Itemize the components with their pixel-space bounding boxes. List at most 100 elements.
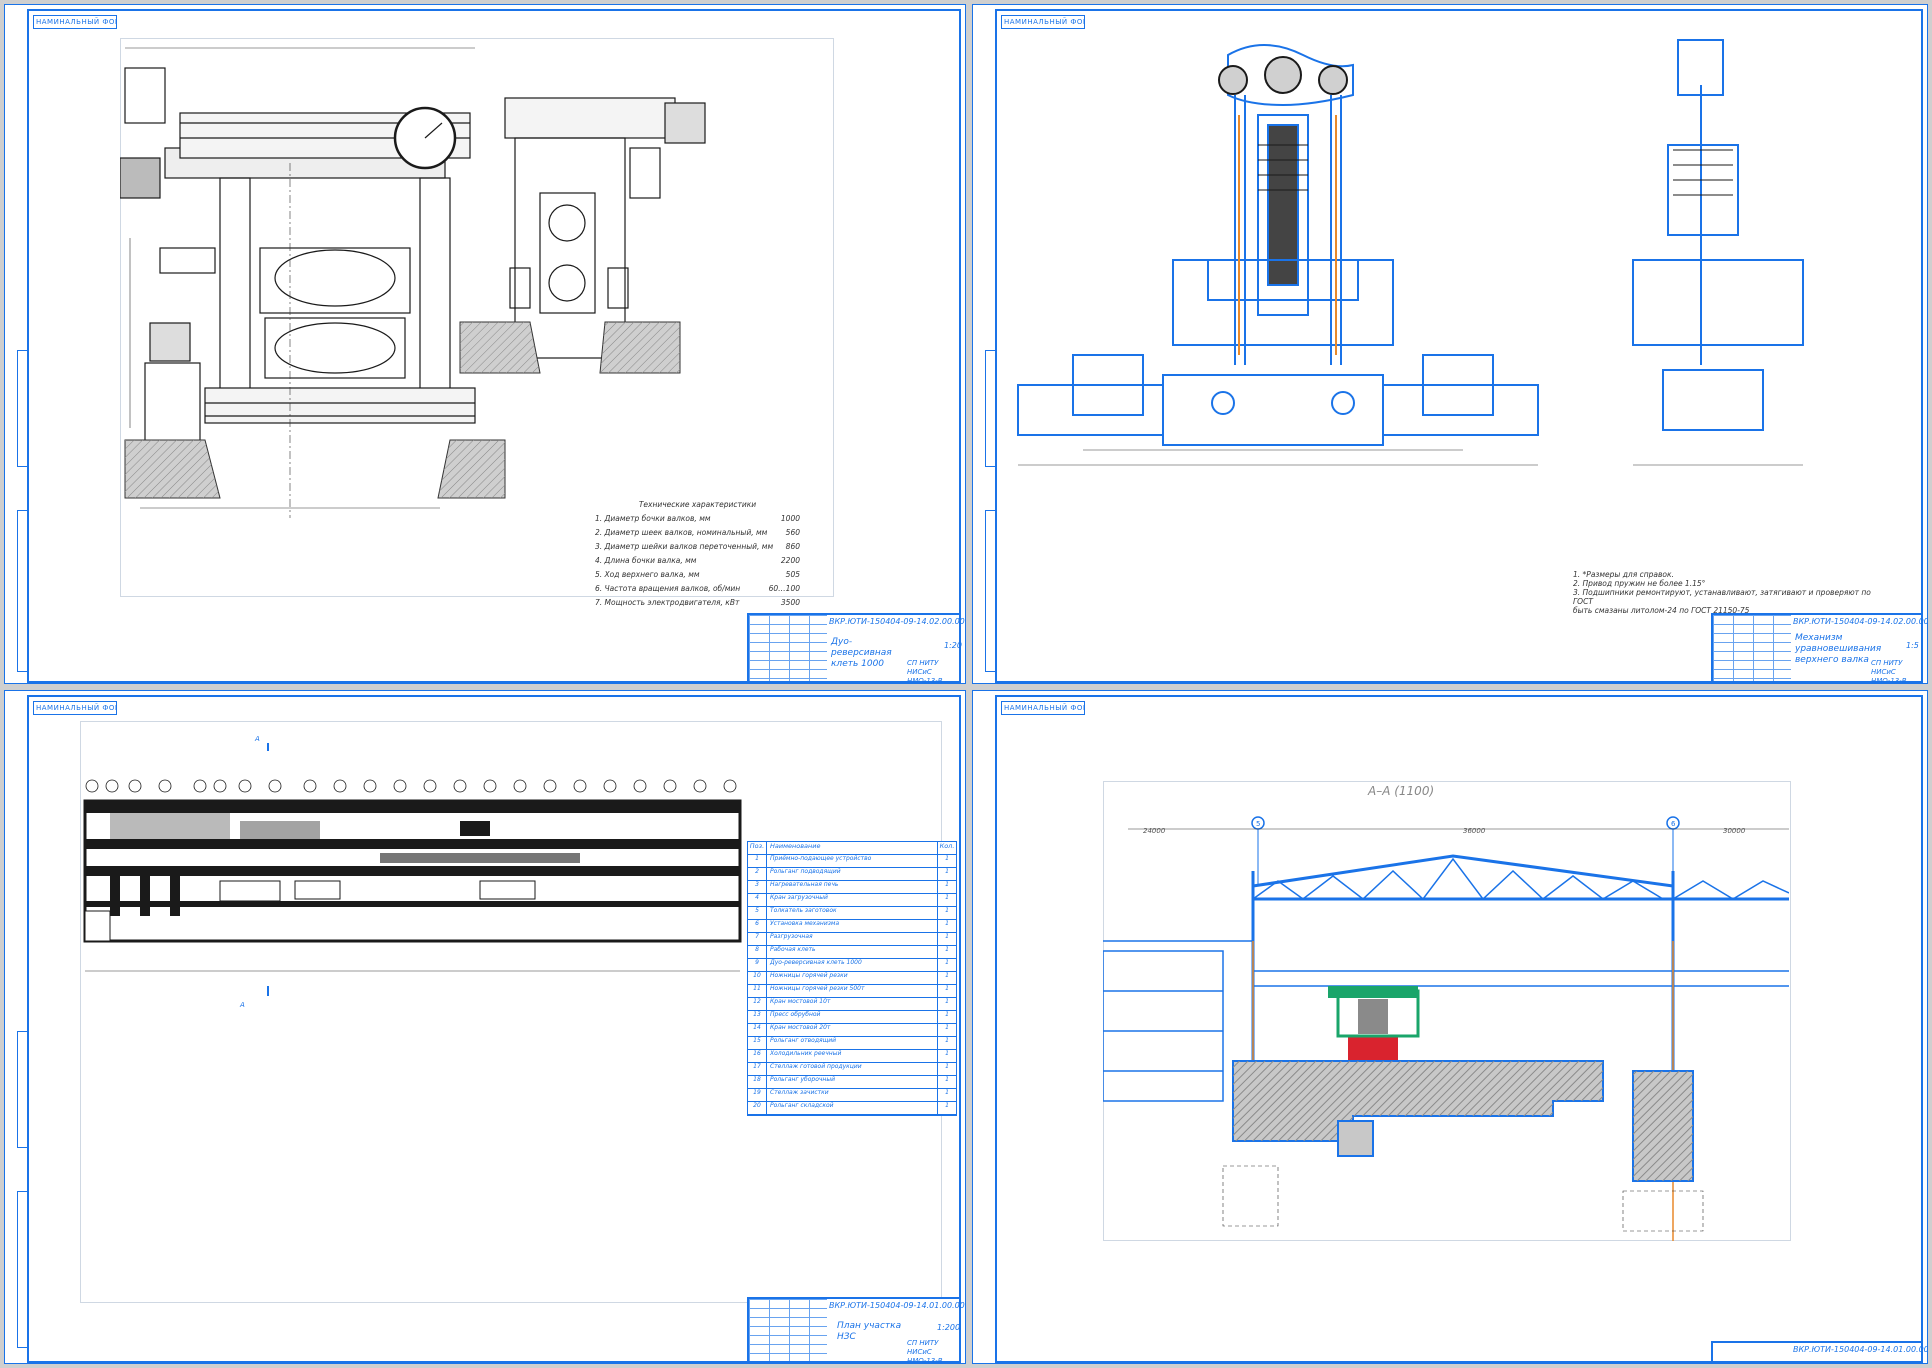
document-scale: 1:5 <box>1906 641 1919 650</box>
spec-body: 1 Приёмно-подающее устройство 1 2 Рольганг п… <box>748 855 956 1115</box>
spec-row: 2 Рольганг подводящий 1 <box>748 868 956 881</box>
document-scale: 1:20 <box>944 641 962 650</box>
spec-cell-name: Стеллаж готовой продукции <box>767 1063 938 1075</box>
spec-cell-qty: 1 <box>945 868 949 875</box>
specs-title: Технические характеристики <box>638 500 757 509</box>
title-block: ВКР.ЮТИ-150404-09-14.01.00.00.00 ВО <box>1711 1341 1927 1363</box>
spec-cell-pos: 8 <box>748 946 767 958</box>
spec-cell-pos: 10 <box>748 972 767 984</box>
binding-strip-bottom <box>985 510 997 672</box>
spec-line: 5. Ход верхнего валка, мм 505 <box>595 570 800 579</box>
organization: СП НИТУ НИСиС НМО-13-В <box>1871 659 1907 684</box>
spec-cell-name: Рольганг складской <box>767 1102 938 1114</box>
spec-cell-pos: 19 <box>748 1089 767 1101</box>
axis-label-left: 5 <box>1256 820 1260 828</box>
note-line: 1. *Размеры для справок. <box>1573 570 1674 579</box>
spec-cell-qty: 1 <box>945 985 949 992</box>
dim-right: 30000 <box>1723 827 1746 835</box>
format-stamp: НАМИНАЛЬНЫЙ ФОРМАТ <box>33 15 117 29</box>
document-name: План участка НЗС <box>837 1321 902 1342</box>
spec-cell-qty: 1 <box>945 933 949 940</box>
spec-cell-name: Холодильник реечный <box>767 1050 938 1062</box>
document-name: Дуо-реверсивная клеть 1000 <box>831 637 892 669</box>
spec-cell-name: Пресс обрубной <box>767 1011 938 1023</box>
spec-cell-pos: 7 <box>748 933 767 945</box>
spec-row: 6 Установка механизма 1 <box>748 920 956 933</box>
section-mark-bottom: A <box>239 1001 245 1009</box>
spec-cell-qty: 1 <box>945 946 949 953</box>
document-scale: 1:200 <box>937 1323 961 1332</box>
spec-cell-name: Дуо-реверсивная клеть 1000 <box>767 959 938 971</box>
spec-cell-pos: 16 <box>748 1050 767 1062</box>
section-mark-top: A <box>254 735 260 743</box>
spec-header: Поз. Наименование Кол. <box>748 842 956 855</box>
spec-cell-qty: 1 <box>945 1050 949 1057</box>
specification-table: Поз. Наименование Кол. 1 Приёмно-подающее… <box>747 841 957 1116</box>
spec-cell-pos: 14 <box>748 1024 767 1036</box>
spec-cell-pos: 11 <box>748 985 767 997</box>
spec-cell-pos: 15 <box>748 1037 767 1049</box>
drawing-sheet-4: НАМИНАЛЬНЫЙ ФОРМАТ А–А (1100) 24000 3600… <box>972 690 1928 1364</box>
spec-line: 3. Диаметр шейки валков переточенный, мм… <box>595 542 800 551</box>
spec-line: 2. Диаметр шеек валков, номинальный, мм 5… <box>595 528 800 537</box>
title-block: ВКР.ЮТИ-150404-09-14.01.00.00.00 ВО План… <box>747 1297 965 1364</box>
spec-cell-qty: 1 <box>945 920 949 927</box>
spec-cell-pos: 18 <box>748 1076 767 1088</box>
spec-row: 18 Рольганг уборочный 1 <box>748 1076 956 1089</box>
spec-cell-pos: 9 <box>748 959 767 971</box>
drawing-sheet-1: НАМИНАЛЬНЫЙ ФОРМАТ <box>4 4 966 684</box>
axis-label-right: 6 <box>1671 820 1676 828</box>
spec-cell-name: Ножницы горячей резки 500т <box>767 985 938 997</box>
spec-line: 6. Частота вращения валков, об/мин 60…100 <box>595 584 800 593</box>
spec-row: 7 Разгрузочная 1 <box>748 933 956 946</box>
binding-strip-bottom <box>17 1191 29 1348</box>
spec-line: 4. Длина бочки валка, мм 2200 <box>595 556 800 565</box>
document-name: Механизм уравновешивания верхнего валка <box>1795 633 1882 665</box>
spec-cell-pos: 2 <box>748 868 767 880</box>
spec-cell-pos: 17 <box>748 1063 767 1075</box>
spec-cell-qty: 1 <box>945 1063 949 1070</box>
spec-cell-name: Приёмно-подающее устройство <box>767 855 938 867</box>
technical-specs: Технические характеристики 1. Диаметр бо… <box>595 498 800 610</box>
note-line: 3. Подшипники ремонтируют, устанавливают… <box>1573 588 1871 606</box>
spec-line: 1. Диаметр бочки валков, мм 1000 <box>595 514 800 523</box>
spec-cell-name: Рольганг уборочный <box>767 1076 938 1088</box>
note-line: 2. Привод пружин не более 1.15° <box>1573 579 1706 588</box>
spec-cell-name: Установка механизма <box>767 920 938 932</box>
spec-cell-name: Рольганг отводящий <box>767 1037 938 1049</box>
spec-cell-qty: 1 <box>945 1089 949 1096</box>
organization: СП НИТУ НИСиС НМО-13-В <box>907 1339 943 1364</box>
document-code: ВКР.ЮТИ-150404-09-14.02.00.00.00 СБ <box>829 617 966 626</box>
spec-cell-qty: 1 <box>945 959 949 966</box>
spec-cell-name: Стеллаж зачистки <box>767 1089 938 1101</box>
spec-row: 3 Нагревательная печь 1 <box>748 881 956 894</box>
spec-cell-pos: 5 <box>748 907 767 919</box>
spec-cell-name: Кран мостовой 20т <box>767 1024 938 1036</box>
spec-cell-pos: 3 <box>748 881 767 893</box>
spec-cell-pos: 12 <box>748 998 767 1010</box>
spec-row: 10 Ножницы горячей резки 1 <box>748 972 956 985</box>
drawing-sheet-3: НАМИНАЛЬНЫЙ ФОРМАТ A A <box>4 690 966 1364</box>
spec-cell-name: Кран загрузочный <box>767 894 938 906</box>
spec-cell-name: Рольганг подводящий <box>767 868 938 880</box>
binding-strip-top <box>17 1031 29 1148</box>
spec-row: 19 Стеллаж зачистки 1 <box>748 1089 956 1102</box>
spec-row: 11 Ножницы горячей резки 500т 1 <box>748 985 956 998</box>
spec-cell-qty: 1 <box>945 855 949 862</box>
spec-cell-pos: 20 <box>748 1102 767 1114</box>
spec-line: 7. Мощность электродвигателя, кВт 3500 <box>595 598 800 607</box>
spec-cell-name: Нагревательная печь <box>767 881 938 893</box>
dim-mid: 36000 <box>1463 827 1486 835</box>
spec-cell-name: Разгрузочная <box>767 933 938 945</box>
binding-strip-bottom <box>17 510 29 672</box>
drawing-sheet-2: НАМИНАЛЬНЫЙ ФОРМАТ <box>972 4 1928 684</box>
spec-cell-pos: 13 <box>748 1011 767 1023</box>
spec-cell-pos: 4 <box>748 894 767 906</box>
spec-cell-qty: 1 <box>945 907 949 914</box>
spec-row: 8 Рабочая клеть 1 <box>748 946 956 959</box>
document-code: ВКР.ЮТИ-150404-09-14.01.00.00.00 ВО <box>1793 1345 1928 1354</box>
document-code: ВКР.ЮТИ-150404-09-14.01.00.00.00 ВО <box>829 1301 966 1310</box>
dim-left: 24000 <box>1143 827 1166 835</box>
title-block-grid <box>1713 615 1791 681</box>
spec-cell-qty: 1 <box>945 1076 949 1083</box>
